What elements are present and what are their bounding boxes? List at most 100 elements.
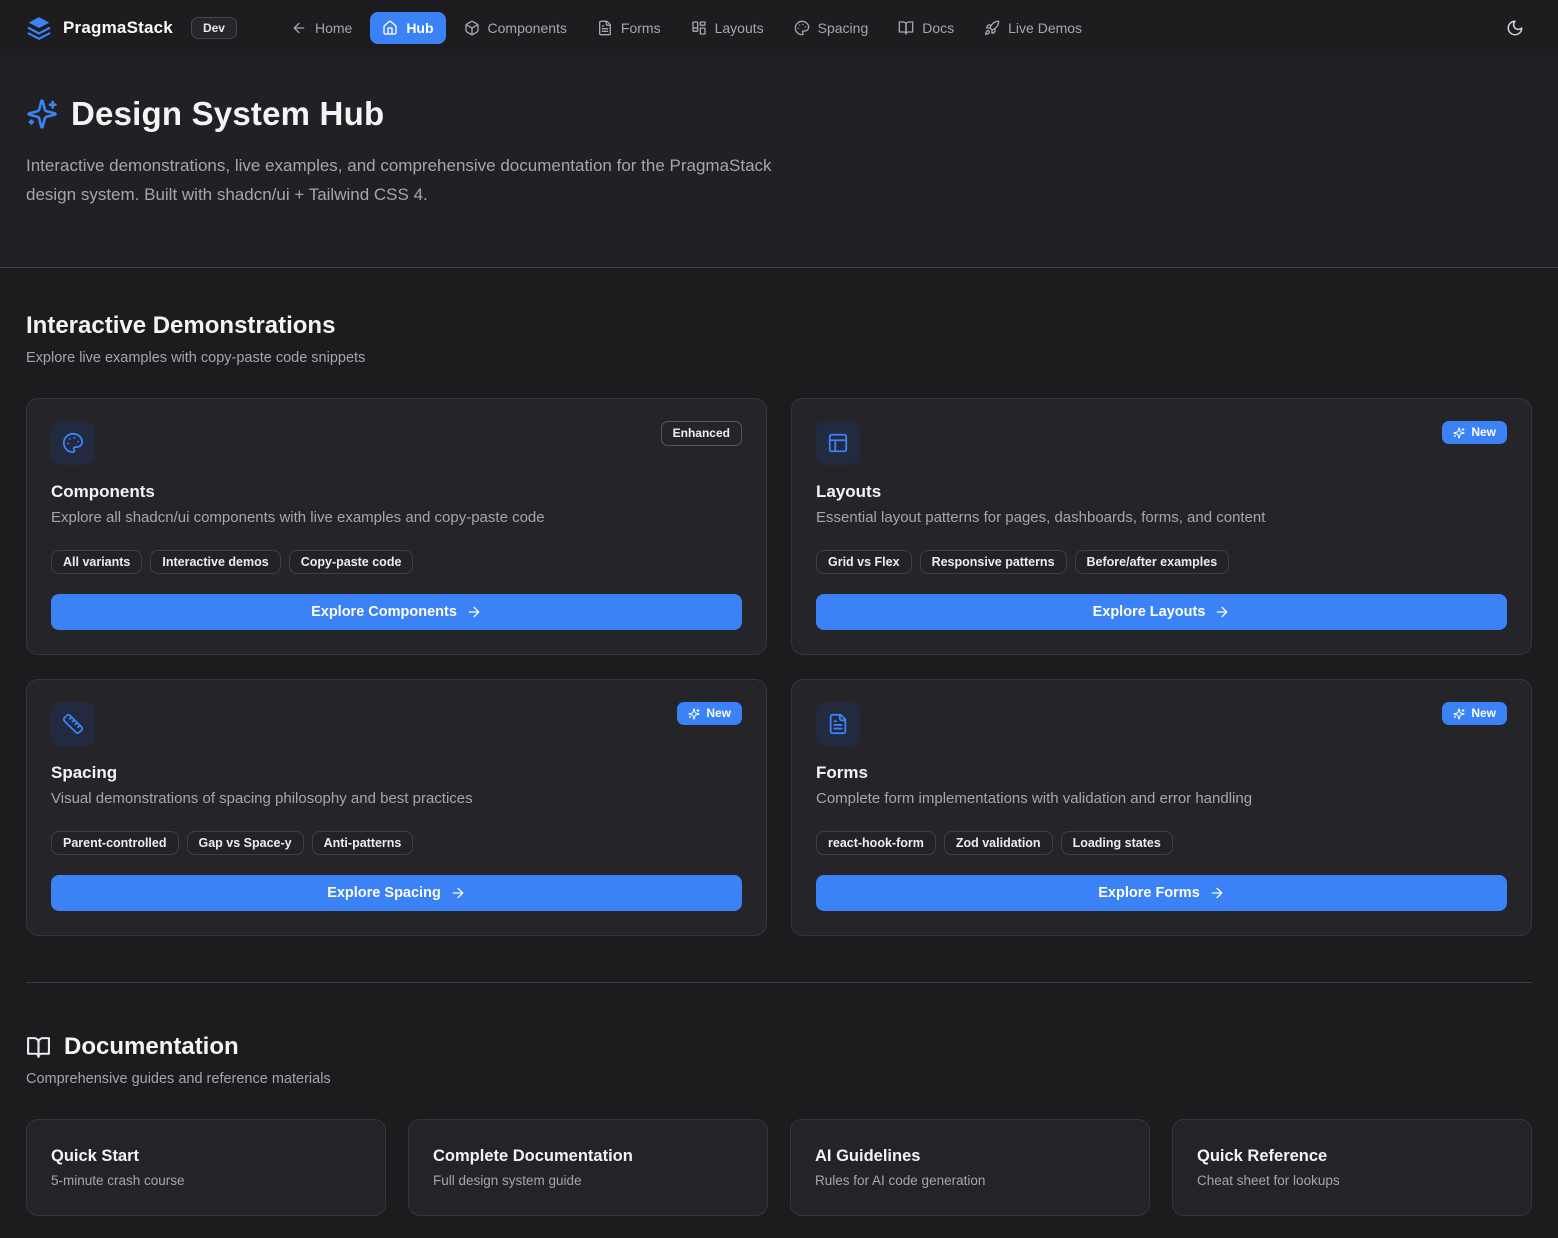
doc-card-title: Complete Documentation — [433, 1147, 743, 1166]
tag: Grid vs Flex — [816, 550, 912, 574]
explore-components-button[interactable]: Explore Components — [51, 594, 742, 630]
tag: Loading states — [1061, 831, 1173, 855]
new-badge: New — [1442, 702, 1507, 725]
nav-item-forms[interactable]: Forms — [585, 12, 673, 44]
nav-label: Forms — [621, 20, 661, 36]
ruler-icon — [51, 702, 95, 746]
doc-card-ai-guidelines[interactable]: AI Guidelines Rules for AI code generati… — [790, 1119, 1150, 1216]
documentation-title: Documentation — [64, 1033, 239, 1061]
nav-label: Spacing — [818, 20, 869, 36]
new-badge: New — [1442, 421, 1507, 444]
nav-item-components[interactable]: Components — [452, 12, 579, 44]
main-nav: Home Hub Components Forms Layouts Spacin… — [279, 12, 1094, 44]
sparkles-icon — [1453, 427, 1465, 439]
file-text-icon — [597, 20, 613, 36]
arrow-left-icon — [291, 20, 307, 36]
card-title: Layouts — [816, 482, 1507, 502]
badge-label: New — [706, 706, 731, 721]
nav-item-hub[interactable]: Hub — [370, 12, 445, 44]
nav-item-home[interactable]: Home — [279, 12, 364, 44]
badge-label: New — [1471, 706, 1496, 721]
doc-card-complete-documentation[interactable]: Complete Documentation Full design syste… — [408, 1119, 768, 1216]
tag: Before/after examples — [1075, 550, 1230, 574]
layers-icon — [26, 15, 52, 41]
tag: Copy-paste code — [289, 550, 414, 574]
card-title: Components — [51, 482, 742, 502]
book-open-icon — [898, 20, 914, 36]
main-content: Interactive Demonstrations Explore live … — [0, 268, 1558, 1238]
navbar: PragmaStack Dev Home Hub Components Form… — [0, 0, 1558, 55]
hero-section: Design System Hub Interactive demonstrat… — [0, 55, 1558, 268]
page-subtitle: Interactive demonstrations, live example… — [26, 152, 774, 209]
panels-top-icon — [816, 421, 860, 465]
rocket-icon — [984, 20, 1000, 36]
tag: Interactive demos — [150, 550, 280, 574]
demo-card-grid: Enhanced Components Explore all shadcn/u… — [26, 398, 1532, 936]
brand-name: PragmaStack — [63, 18, 173, 38]
card-description: Essential layout patterns for pages, das… — [816, 509, 1507, 526]
nav-item-live-demos[interactable]: Live Demos — [972, 12, 1094, 44]
doc-card-quick-reference[interactable]: Quick Reference Cheat sheet for lookups — [1172, 1119, 1532, 1216]
tag-list: Grid vs Flex Responsive patterns Before/… — [816, 550, 1507, 574]
doc-card-grid: Quick Start 5-minute crash course Comple… — [26, 1119, 1532, 1216]
demos-title: Interactive Demonstrations — [26, 312, 1532, 340]
cta-label: Explore Components — [311, 604, 457, 620]
demos-section: Interactive Demonstrations Explore live … — [26, 312, 1532, 936]
nav-label: Components — [488, 20, 567, 36]
tag-list: react-hook-form Zod validation Loading s… — [816, 831, 1507, 855]
cta-label: Explore Forms — [1098, 885, 1200, 901]
palette-icon — [51, 421, 95, 465]
section-divider — [26, 982, 1532, 983]
cta-label: Explore Spacing — [327, 885, 441, 901]
documentation-section: Documentation Comprehensive guides and r… — [26, 1033, 1532, 1216]
card-description: Complete form implementations with valid… — [816, 790, 1507, 807]
demo-card-spacing: New Spacing Visual demonstrations of spa… — [26, 679, 767, 936]
sparkles-icon — [26, 98, 58, 130]
card-title: Spacing — [51, 763, 742, 783]
house-icon — [382, 20, 398, 36]
sparkles-icon — [1453, 708, 1465, 720]
tag: Parent-controlled — [51, 831, 179, 855]
tag: Zod validation — [944, 831, 1053, 855]
brand[interactable]: PragmaStack Dev — [26, 15, 237, 41]
tag: Responsive patterns — [920, 550, 1067, 574]
sparkles-icon — [688, 708, 700, 720]
explore-spacing-button[interactable]: Explore Spacing — [51, 875, 742, 911]
tag: All variants — [51, 550, 142, 574]
card-description: Visual demonstrations of spacing philoso… — [51, 790, 742, 807]
nav-item-docs[interactable]: Docs — [886, 12, 966, 44]
tag: Gap vs Space-y — [187, 831, 304, 855]
nav-item-layouts[interactable]: Layouts — [679, 12, 776, 44]
tag: Anti-patterns — [312, 831, 414, 855]
card-title: Forms — [816, 763, 1507, 783]
nav-label: Live Demos — [1008, 20, 1082, 36]
nav-label: Docs — [922, 20, 954, 36]
arrow-right-icon — [1214, 604, 1230, 620]
arrow-right-icon — [450, 885, 466, 901]
moon-icon — [1506, 19, 1524, 37]
doc-card-title: AI Guidelines — [815, 1147, 1125, 1166]
doc-card-quick-start[interactable]: Quick Start 5-minute crash course — [26, 1119, 386, 1216]
explore-layouts-button[interactable]: Explore Layouts — [816, 594, 1507, 630]
doc-card-description: Rules for AI code generation — [815, 1173, 1125, 1188]
explore-forms-button[interactable]: Explore Forms — [816, 875, 1507, 911]
page-title: Design System Hub — [71, 95, 384, 133]
doc-card-title: Quick Reference — [1197, 1147, 1507, 1166]
doc-card-title: Quick Start — [51, 1147, 361, 1166]
demo-card-components: Enhanced Components Explore all shadcn/u… — [26, 398, 767, 655]
tag: react-hook-form — [816, 831, 936, 855]
book-open-icon — [26, 1035, 51, 1060]
file-text-icon — [816, 702, 860, 746]
tag-list: All variants Interactive demos Copy-past… — [51, 550, 742, 574]
enhanced-badge: Enhanced — [661, 421, 742, 446]
nav-item-spacing[interactable]: Spacing — [782, 12, 881, 44]
theme-toggle-button[interactable] — [1498, 11, 1532, 45]
card-description: Explore all shadcn/ui components with li… — [51, 509, 742, 526]
doc-card-description: 5-minute crash course — [51, 1173, 361, 1188]
layout-grid-icon — [691, 20, 707, 36]
palette-icon — [794, 20, 810, 36]
nav-label: Layouts — [715, 20, 764, 36]
cta-label: Explore Layouts — [1093, 604, 1206, 620]
nav-label: Home — [315, 20, 352, 36]
new-badge: New — [677, 702, 742, 725]
